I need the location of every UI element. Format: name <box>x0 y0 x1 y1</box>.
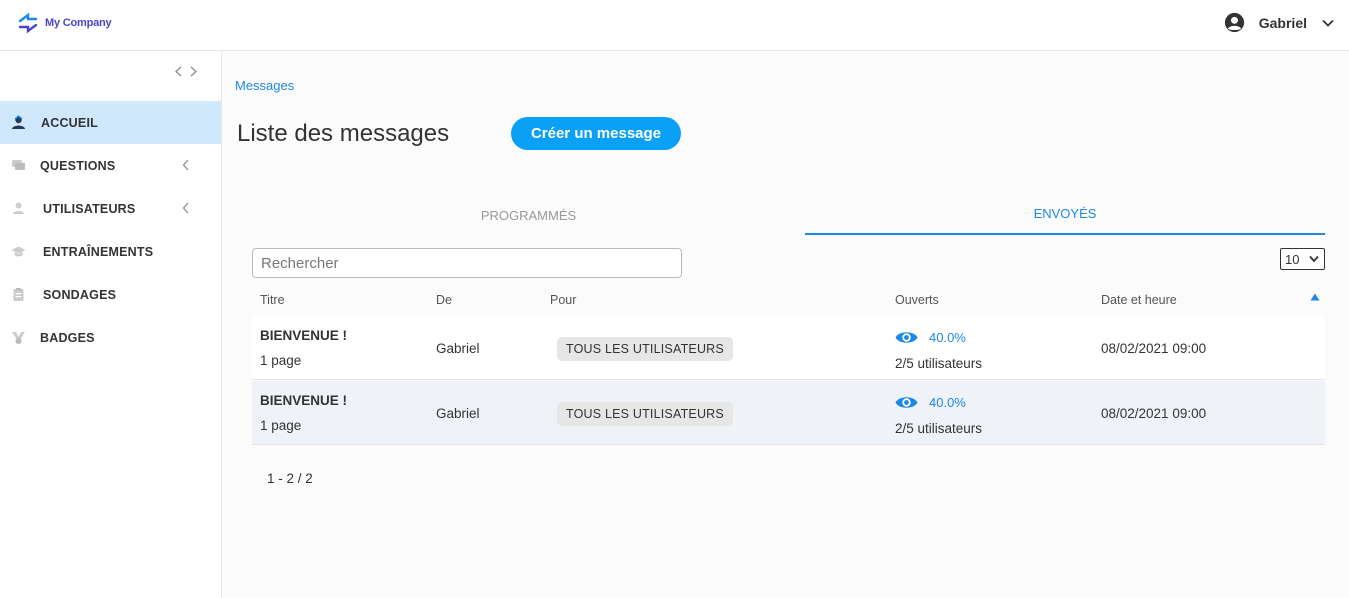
message-title: BIENVENUE ! <box>260 393 348 408</box>
tabs: PROGRAMMÉS ENVOYÉS <box>252 197 1325 235</box>
column-header-date[interactable]: Date et heure <box>1101 293 1177 307</box>
chevron-down-icon <box>1309 255 1319 263</box>
message-datetime: 08/02/2021 09:00 <box>1101 406 1207 421</box>
clipboard-icon <box>13 288 24 301</box>
column-header-ouverts[interactable]: Ouverts <box>895 293 939 307</box>
sort-ascending-icon[interactable] <box>1310 293 1320 301</box>
table-row[interactable]: BIENVENUE ! 1 page Gabriel TOUS LES UTIL… <box>252 381 1325 445</box>
sidebar-nav: ACCUEIL QUESTIONS UTILISATEURS ENTRAÎNEM… <box>0 101 221 359</box>
open-percentage: 40.0% <box>929 330 966 345</box>
table-header: Titre De Pour Ouverts Date et heure <box>252 288 1325 314</box>
home-user-icon <box>12 115 25 129</box>
open-users-count: 2/5 utilisateurs <box>895 356 983 371</box>
message-pages: 1 page <box>260 353 302 368</box>
column-header-de[interactable]: De <box>436 293 452 307</box>
chevron-down-icon[interactable] <box>1321 16 1335 30</box>
company-logo[interactable]: My Company <box>17 12 112 34</box>
eye-icon <box>895 332 918 343</box>
search-input[interactable] <box>252 248 682 278</box>
sidebar-item-badges[interactable]: BADGES <box>0 316 221 359</box>
open-users-count: 2/5 utilisateurs <box>895 421 983 436</box>
company-name: My Company <box>45 17 112 29</box>
recipient-chip: TOUS LES UTILISATEURS <box>557 402 733 426</box>
message-pages: 1 page <box>260 418 302 433</box>
sidebar-item-label: BADGES <box>40 331 95 345</box>
open-percentage: 40.0% <box>929 395 966 410</box>
chevron-left-icon[interactable] <box>174 66 183 77</box>
breadcrumb[interactable]: Messages <box>235 78 294 93</box>
recipient-chip: TOUS LES UTILISATEURS <box>557 337 733 361</box>
sidebar-item-label: ENTRAÎNEMENTS <box>43 245 154 259</box>
eye-icon <box>895 397 918 408</box>
sidebar-item-sondages[interactable]: SONDAGES <box>0 273 221 316</box>
main-content: Messages Liste des messages Créer un mes… <box>222 51 1349 598</box>
per-page-select[interactable]: 10 <box>1280 248 1325 270</box>
page-title: Liste des messages <box>237 120 450 147</box>
sidebar-item-questions[interactable]: QUESTIONS <box>0 144 221 187</box>
sidebar: ACCUEIL QUESTIONS UTILISATEURS ENTRAÎNEM… <box>0 51 222 598</box>
sidebar-item-label: ACCUEIL <box>41 116 98 130</box>
sidebar-item-utilisateurs[interactable]: UTILISATEURS <box>0 187 221 230</box>
message-from: Gabriel <box>436 406 480 421</box>
per-page-value: 10 <box>1285 251 1300 267</box>
tab-envoyes[interactable]: ENVOYÉS <box>805 197 1325 235</box>
user-icon <box>13 202 24 214</box>
badge-icon <box>12 332 25 344</box>
create-message-button[interactable]: Créer un message <box>511 117 681 150</box>
sidebar-item-entrainements[interactable]: ENTRAÎNEMENTS <box>0 230 221 273</box>
table-row[interactable]: BIENVENUE ! 1 page Gabriel TOUS LES UTIL… <box>252 316 1325 380</box>
column-header-pour[interactable]: Pour <box>550 293 576 307</box>
message-title: BIENVENUE ! <box>260 328 348 343</box>
chevron-right-icon[interactable] <box>189 66 198 77</box>
sidebar-item-label: QUESTIONS <box>40 159 116 173</box>
sidebar-item-label: UTILISATEURS <box>43 202 136 216</box>
user-menu[interactable]: Gabriel <box>1224 12 1335 33</box>
logo-icon <box>18 12 38 34</box>
user-name: Gabriel <box>1258 14 1307 31</box>
message-from: Gabriel <box>436 341 480 356</box>
graduation-cap-icon <box>11 246 26 257</box>
top-bar: My Company Gabriel <box>0 0 1349 51</box>
user-avatar-icon <box>1224 12 1244 33</box>
pagination-info: 1 - 2 / 2 <box>267 471 313 486</box>
message-datetime: 08/02/2021 09:00 <box>1101 341 1207 356</box>
chat-icon <box>12 160 25 170</box>
sidebar-item-label: SONDAGES <box>43 288 117 302</box>
sidebar-item-accueil[interactable]: ACCUEIL <box>0 101 221 144</box>
chevron-left-icon <box>182 159 189 171</box>
chevron-left-icon <box>182 202 189 214</box>
column-header-titre[interactable]: Titre <box>260 293 285 307</box>
sidebar-collapse-toggle[interactable] <box>174 66 198 77</box>
tab-programmes[interactable]: PROGRAMMÉS <box>252 197 805 235</box>
